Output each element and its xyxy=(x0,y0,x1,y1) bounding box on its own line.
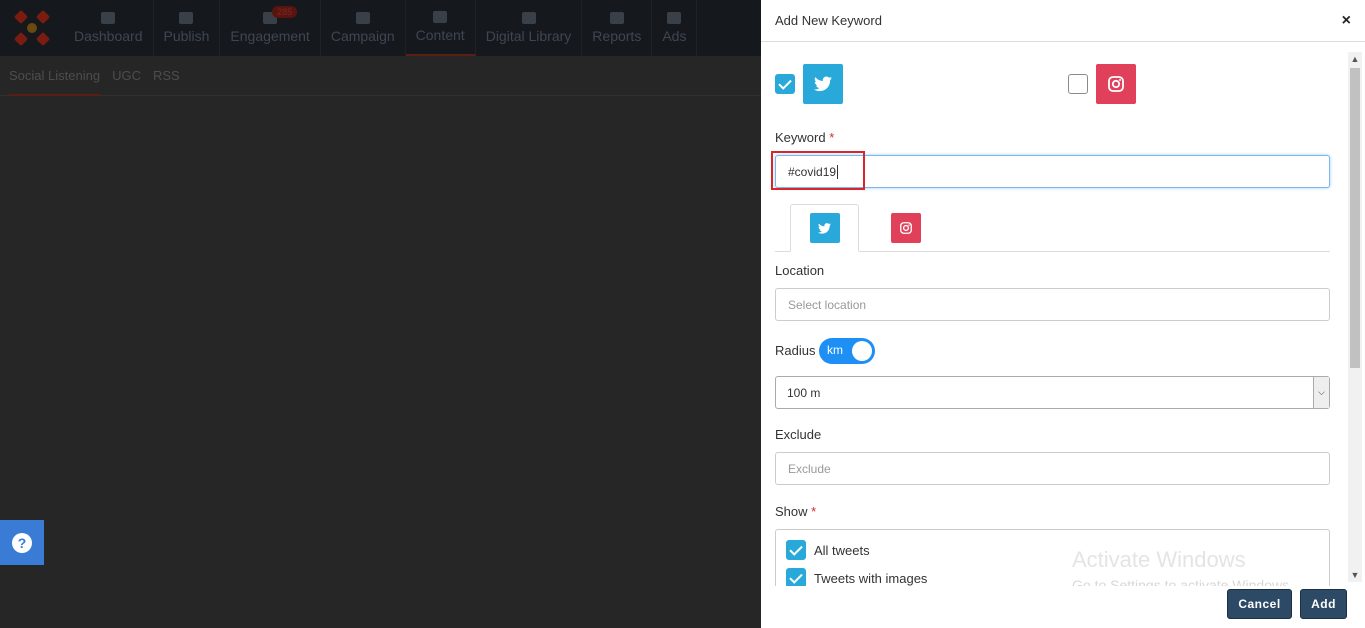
question-icon: ? xyxy=(12,532,32,553)
twitter-network-button[interactable] xyxy=(803,64,843,104)
subnav-ugc[interactable]: UGC xyxy=(112,56,141,96)
bar-chart-icon xyxy=(609,12,624,24)
show-option-tweets-with-images[interactable]: Tweets with images xyxy=(786,568,927,586)
show-option-all-tweets[interactable]: All tweets xyxy=(786,540,870,560)
network-tabs xyxy=(775,204,1330,252)
keyword-label: Keyword * xyxy=(775,130,835,145)
edit-icon xyxy=(179,12,194,24)
help-button[interactable]: ? xyxy=(0,520,44,565)
nav-item-reports[interactable]: Reports xyxy=(582,0,653,56)
windows-watermark-text: Go to Settings to activate Windows. xyxy=(1072,577,1293,586)
modal-header: Add New Keyword × xyxy=(761,0,1365,42)
briefcase-icon xyxy=(521,12,536,24)
scroll-thumb[interactable] xyxy=(1350,68,1360,368)
nav-item-publish[interactable]: Publish xyxy=(154,0,221,56)
nav-item-ads[interactable]: Ads xyxy=(652,0,698,56)
list-icon xyxy=(433,11,448,23)
nav-item-digital-library[interactable]: Digital Library xyxy=(476,0,583,56)
modal-title: Add New Keyword xyxy=(775,13,882,28)
exclude-label: Exclude xyxy=(775,427,822,442)
radius-unit-toggle[interactable]: km xyxy=(819,338,875,364)
scroll-up-icon[interactable]: ▲ xyxy=(1350,54,1360,64)
twitter-icon xyxy=(814,76,832,92)
windows-watermark-title: Activate Windows xyxy=(1072,547,1246,572)
close-icon[interactable]: × xyxy=(1342,12,1351,29)
modal-footer: Cancel Add xyxy=(761,586,1365,628)
subnav-rss[interactable]: RSS xyxy=(153,56,180,96)
instagram-network-checkbox[interactable] xyxy=(1068,74,1088,94)
twitter-tab-icon xyxy=(809,213,840,243)
radius-select[interactable]: 100 m ⌵ xyxy=(775,376,1330,409)
show-label: Show * xyxy=(775,504,817,519)
app-logo[interactable] xyxy=(0,0,64,56)
home-icon xyxy=(101,12,116,24)
twitter-network-checkbox[interactable] xyxy=(775,74,795,94)
logo-mark-icon xyxy=(12,8,52,48)
location-input[interactable]: Select location xyxy=(775,288,1330,321)
location-label: Location xyxy=(775,263,825,278)
toggle-knob xyxy=(852,341,872,361)
instagram-icon xyxy=(900,222,912,234)
twitter-icon xyxy=(818,222,831,234)
all-tweets-checkbox[interactable] xyxy=(786,540,806,560)
tweets-with-images-checkbox[interactable] xyxy=(786,568,806,586)
radius-label: Radius xyxy=(775,343,816,358)
notification-badge: 285 xyxy=(272,6,298,18)
instagram-icon xyxy=(1108,76,1124,92)
add-keyword-modal: Add New Keyword × Keyword * #covid19 Loc… xyxy=(761,0,1365,628)
subnav-social-listening[interactable]: Social Listening xyxy=(9,56,101,96)
nav-item-dashboard[interactable]: Dashboard xyxy=(64,0,154,56)
nav-item-campaign[interactable]: Campaign xyxy=(321,0,406,56)
paper-plane-icon xyxy=(667,12,682,24)
nav-item-content[interactable]: Content xyxy=(405,0,476,56)
exclude-input[interactable]: Exclude xyxy=(775,452,1330,485)
chevron-down-icon: ⌵ xyxy=(1313,377,1329,408)
target-icon xyxy=(355,12,370,24)
instagram-tab-icon xyxy=(891,213,921,243)
sub-navigation: Social Listening UGC RSS xyxy=(0,56,761,96)
instagram-network-button[interactable] xyxy=(1096,64,1136,104)
modal-scrollbar[interactable]: ▲ ▼ xyxy=(1348,52,1362,582)
keyword-highlight-box xyxy=(771,151,865,190)
nav-item-engagement[interactable]: 285 Engagement xyxy=(220,0,321,56)
cancel-button[interactable]: Cancel xyxy=(1227,589,1292,619)
scroll-down-icon[interactable]: ▼ xyxy=(1350,570,1360,580)
modal-body: Keyword * #covid19 Location Select locat… xyxy=(761,42,1365,586)
tab-twitter[interactable] xyxy=(790,204,859,252)
tab-instagram[interactable] xyxy=(876,204,936,252)
add-button[interactable]: Add xyxy=(1300,589,1347,619)
